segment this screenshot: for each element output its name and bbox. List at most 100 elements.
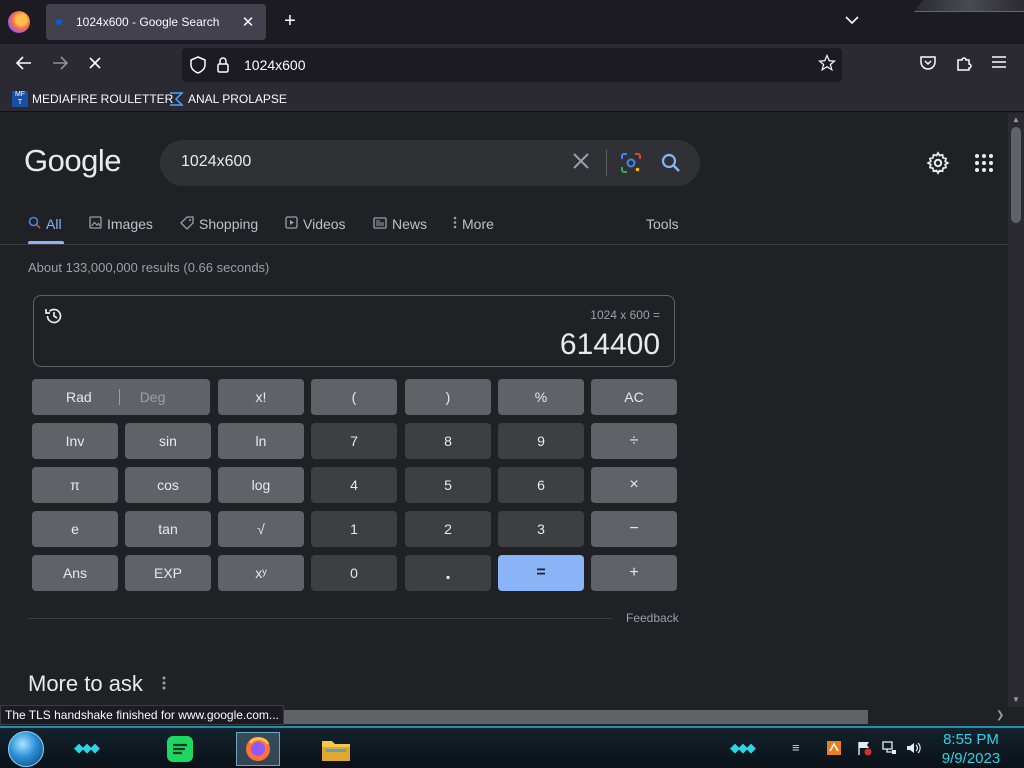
lock-icon[interactable] (216, 56, 230, 79)
exp-key[interactable]: EXP (125, 555, 211, 591)
sqrt-key[interactable]: √ (218, 511, 304, 547)
action-center-flag-icon[interactable] (856, 740, 872, 759)
search-divider (606, 150, 607, 176)
minus-key[interactable]: − (591, 511, 677, 547)
web-page: Google 1024x600 All Images Shopping Vide… (0, 113, 1008, 707)
stop-loading-icon[interactable] (84, 54, 106, 76)
digit-6-key[interactable]: 6 (498, 467, 584, 503)
volume-speaker-icon[interactable] (905, 740, 921, 759)
deg-key[interactable]: Deg (118, 389, 165, 405)
all-clear-key[interactable]: AC (591, 379, 677, 415)
system-clock[interactable]: 8:55 PM 9/9/2023 (936, 730, 1006, 768)
scroll-down-arrow-icon[interactable]: ▼ (1011, 695, 1021, 704)
browser-nav-bar: 1024x600 (0, 44, 1024, 86)
divide-key[interactable]: ÷ (591, 423, 677, 459)
scroll-right-arrow-icon[interactable]: ❯ (996, 710, 1004, 721)
tab-close-icon[interactable]: ✕ (240, 13, 256, 31)
euler-e-key[interactable]: e (32, 511, 118, 547)
digit-2-key[interactable]: 2 (405, 511, 491, 547)
left-paren-key[interactable]: ( (311, 379, 397, 415)
more-options-icon[interactable] (162, 676, 166, 694)
tab-all[interactable]: All (28, 213, 62, 235)
cos-key[interactable]: cos (125, 467, 211, 503)
right-paren-key[interactable]: ) (405, 379, 491, 415)
forward-arrow-icon[interactable] (49, 54, 71, 76)
rad-deg-toggle[interactable]: Rad Deg (32, 379, 210, 415)
pi-key[interactable]: π (32, 467, 118, 503)
tab-more[interactable]: More (453, 213, 494, 235)
digit-0-key[interactable]: 0 (311, 555, 397, 591)
digit-5-key[interactable]: 5 (405, 467, 491, 503)
tray-app-icon[interactable] (826, 740, 842, 759)
tracking-protection-shield-icon[interactable] (190, 56, 206, 77)
new-tab-button[interactable]: + (280, 10, 300, 34)
clock-date: 9/9/2023 (941, 750, 1001, 767)
clear-search-icon[interactable] (570, 148, 592, 180)
scroll-up-arrow-icon[interactable]: ▲ (1011, 115, 1021, 124)
rad-key[interactable]: Rad (66, 389, 92, 405)
digit-7-key[interactable]: 7 (311, 423, 397, 459)
browser-tab-active[interactable]: 1024x600 - Google Search ✕ (46, 4, 266, 40)
answer-key[interactable]: Ans (32, 555, 118, 591)
factorial-key[interactable]: x! (218, 379, 304, 415)
firefox-menu-icon[interactable] (8, 11, 30, 33)
firefox-taskbar-icon[interactable] (236, 732, 280, 766)
multiply-key[interactable]: × (591, 467, 677, 503)
search-small-icon (28, 216, 41, 232)
list-all-tabs-chevron-icon[interactable] (845, 12, 859, 28)
file-explorer-folder-icon[interactable] (314, 732, 358, 766)
pocket-icon[interactable] (917, 54, 939, 76)
url-text[interactable]: 1024x600 (244, 57, 306, 73)
tab-images[interactable]: Images (89, 213, 153, 235)
decimal-point-key[interactable]: . (405, 555, 491, 591)
start-button-orb-icon[interactable] (8, 731, 44, 767)
vertical-scrollbar[interactable]: ▲ ▼ (1008, 113, 1024, 707)
tab-news[interactable]: News (373, 213, 427, 235)
feedback-link[interactable]: Feedback (626, 611, 679, 625)
video-play-icon (285, 216, 298, 232)
tan-key[interactable]: tan (125, 511, 211, 547)
tab-shopping[interactable]: Shopping (180, 213, 258, 235)
ln-key[interactable]: ln (218, 423, 304, 459)
sin-key[interactable]: sin (125, 423, 211, 459)
plus-key[interactable]: + (591, 555, 677, 591)
back-arrow-icon[interactable] (13, 54, 35, 76)
history-icon[interactable] (44, 306, 64, 331)
image-icon (89, 216, 102, 232)
search-icon[interactable] (660, 152, 682, 179)
bookmark-mediafire[interactable]: MF T MEDIAFIRE ROULETTER (12, 91, 173, 107)
percent-key[interactable]: % (498, 379, 584, 415)
power-key[interactable]: xʸ (218, 555, 304, 591)
window-decoration (914, 0, 1024, 12)
extensions-puzzle-icon[interactable] (953, 54, 975, 76)
digit-9-key[interactable]: 9 (498, 423, 584, 459)
inverse-key[interactable]: Inv (32, 423, 118, 459)
equals-key[interactable]: = (498, 555, 584, 591)
digit-4-key[interactable]: 4 (311, 467, 397, 503)
tab-videos[interactable]: Videos (285, 213, 346, 235)
spotify-app-icon[interactable] (158, 732, 202, 766)
tools-button[interactable]: Tools (646, 213, 679, 235)
network-icon[interactable] (881, 740, 897, 759)
address-bar[interactable]: 1024x600 (182, 48, 842, 82)
loading-dot-icon (56, 19, 62, 25)
settings-gear-icon[interactable] (926, 151, 950, 180)
horizontal-scrollbar[interactable] (280, 710, 868, 724)
clock-time: 8:55 PM (943, 731, 999, 748)
google-lens-icon[interactable] (620, 152, 642, 179)
digit-8-key[interactable]: 8 (405, 423, 491, 459)
scrollbar-thumb[interactable] (1011, 127, 1021, 223)
google-apps-grid-icon[interactable] (974, 153, 994, 178)
log-key[interactable]: log (218, 467, 304, 503)
more-to-ask-heading: More to ask (28, 671, 143, 696)
google-logo[interactable]: Google (24, 143, 121, 179)
bookmark-second[interactable]: ANAL PROLAPSE (168, 91, 287, 107)
bookmark-label: MEDIAFIRE ROULETTER (32, 92, 174, 106)
show-hidden-icons-icon[interactable]: ≡ (792, 740, 800, 755)
hamburger-menu-icon[interactable] (988, 54, 1010, 76)
search-box[interactable]: 1024x600 (160, 140, 700, 186)
digit-3-key[interactable]: 3 (498, 511, 584, 547)
search-input[interactable]: 1024x600 (181, 153, 251, 171)
bookmark-star-icon[interactable] (817, 53, 837, 77)
digit-1-key[interactable]: 1 (311, 511, 397, 547)
